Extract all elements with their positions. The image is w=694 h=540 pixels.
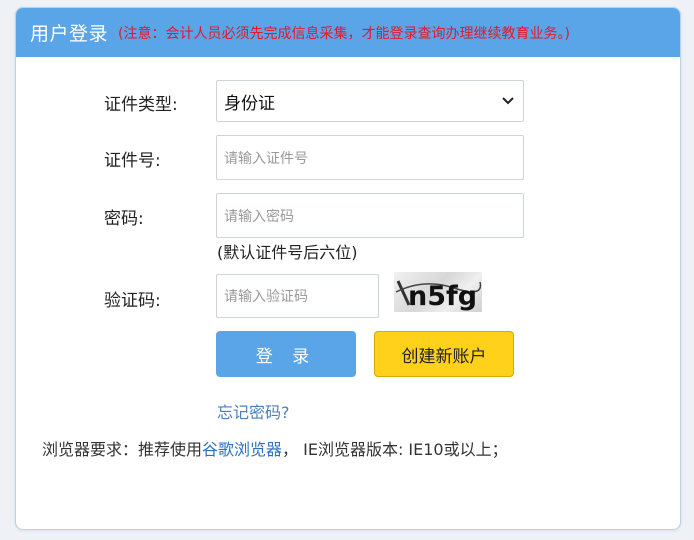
panel-title: 用户登录 — [30, 23, 109, 45]
captcha-input[interactable]: 请输入验证码 — [216, 274, 379, 318]
chrome-browser-link[interactable]: 谷歌浏览器 — [202, 440, 282, 459]
login-button-label: 登 录 — [255, 346, 317, 367]
cert-number-placeholder: 请输入证件号 — [224, 150, 308, 167]
panel-header: 用户登录 (注意：会计人员必须先完成信息采集，才能登录查询办理继续教育业务。) — [16, 8, 680, 57]
password-hint: (默认证件号后六位) — [217, 243, 358, 262]
captcha-label: 验证码: — [104, 291, 161, 311]
requirements-prefix: 浏览器要求：推荐使用 — [42, 440, 203, 459]
cert-number-input[interactable]: 请输入证件号 — [216, 135, 524, 180]
captcha-image[interactable]: n5fg — [394, 272, 482, 312]
captcha-placeholder: 请输入验证码 — [224, 289, 308, 305]
cert-type-value: 身份证 — [224, 93, 275, 114]
login-button[interactable]: 登 录 — [216, 331, 356, 377]
forgot-password-link[interactable]: 忘记密码? — [217, 399, 290, 423]
cert-number-label: 证件号: — [104, 151, 161, 171]
password-input[interactable]: 请输入密码 — [216, 193, 524, 238]
cert-type-label: 证件类型: — [104, 95, 178, 115]
password-label: 密码: — [104, 209, 144, 229]
chevron-down-icon — [501, 94, 515, 108]
collection-notice: (注意：会计人员必须先完成信息采集，才能登录查询办理继续教育业务。) — [118, 25, 570, 42]
cert-type-select[interactable]: 身份证 — [216, 80, 524, 122]
register-button-label: 创建新账户 — [401, 346, 487, 367]
requirements-suffix: ， IE浏览器版本: IE10或以上； — [282, 440, 508, 459]
password-placeholder: 请输入密码 — [224, 208, 294, 225]
register-button[interactable]: 创建新账户 — [374, 331, 514, 377]
browser-requirements: 浏览器要求：推荐使用谷歌浏览器， IE浏览器版本: IE10或以上； — [42, 436, 508, 460]
login-panel: 用户登录 (注意：会计人员必须先完成信息采集，才能登录查询办理继续教育业务。) … — [15, 7, 681, 530]
captcha-text: n5fg — [408, 281, 477, 312]
